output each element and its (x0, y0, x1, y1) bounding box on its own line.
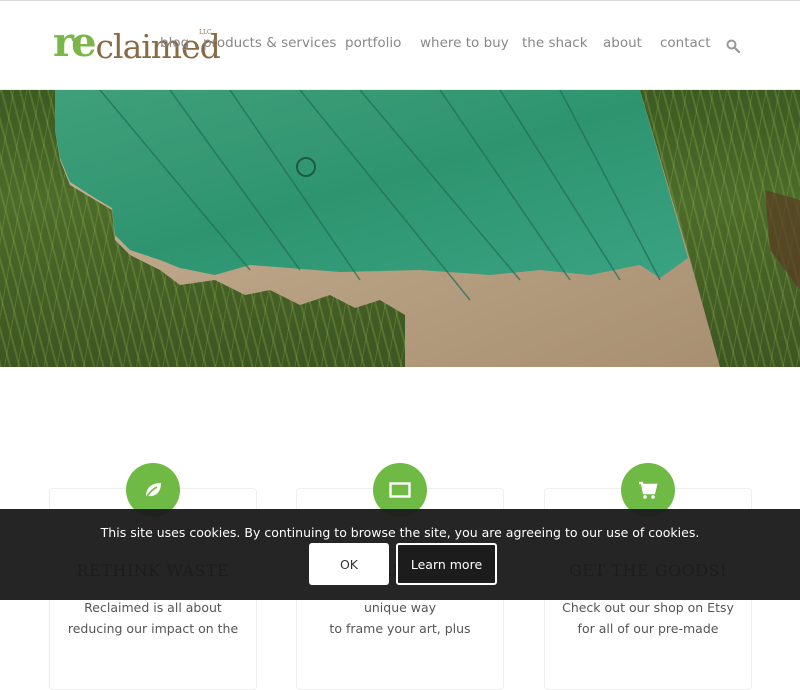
nav-products-services[interactable]: products & services (203, 35, 336, 51)
nav-portfolio[interactable]: portfolio (345, 35, 401, 51)
feature-body-line: Reclaimed is all about (84, 600, 222, 615)
cookie-ok-button[interactable]: OK (309, 543, 389, 585)
nav-blog[interactable]: blog (160, 35, 189, 51)
feature-body-line: Check out our shop on Etsy (562, 600, 734, 615)
feature-body: unique way to frame your art, plus (297, 597, 503, 639)
main-nav: blog products & services portfolio where… (0, 35, 800, 57)
site-header: re claimed LLC blog products & services … (0, 1, 800, 90)
feature-body-line: unique way (363, 600, 437, 615)
nav-where-to-buy[interactable]: where to buy (420, 35, 509, 51)
feature-body: Reclaimed is all about reducing our impa… (50, 597, 256, 639)
search-icon[interactable] (726, 38, 741, 54)
cookie-learn-more-button[interactable]: Learn more (396, 543, 497, 585)
wood-sign-illustration (55, 90, 800, 367)
feature-body-line: to frame your art, plus (329, 621, 471, 636)
nav-the-shack[interactable]: the shack (522, 35, 588, 51)
hero-image (0, 90, 800, 367)
cookie-banner: This site uses cookies. By continuing to… (0, 509, 800, 600)
feature-body: Check out our shop on Etsy for all of ou… (545, 597, 751, 639)
feature-body-line: for all of our pre-made (577, 621, 719, 636)
cookie-message: This site uses cookies. By continuing to… (100, 525, 700, 540)
feature-body-line: reducing our impact on the (67, 621, 239, 636)
nav-contact[interactable]: contact (660, 35, 711, 51)
nav-about[interactable]: about (603, 35, 642, 51)
